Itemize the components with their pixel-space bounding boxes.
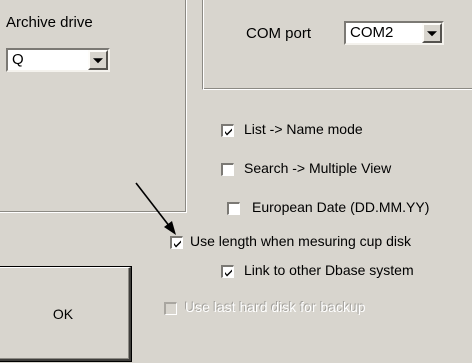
option-last-hard-disk: Use last hard disk for backup <box>185 299 366 315</box>
archive-drive-label: Archive drive <box>6 14 93 31</box>
chevron-down-icon[interactable] <box>88 50 108 70</box>
com-port-group <box>202 0 472 90</box>
arrow-icon <box>135 182 176 235</box>
com-port-select[interactable]: COM2 <box>344 21 444 45</box>
option-list-name-mode[interactable]: List -> Name mode <box>244 121 363 137</box>
checkbox-use-length[interactable] <box>170 236 183 249</box>
archive-drive-select[interactable]: Q <box>6 48 110 72</box>
ok-button-label: OK <box>52 305 74 322</box>
com-port-label: COM port <box>246 25 312 42</box>
checkbox-european-date[interactable] <box>227 202 240 215</box>
chevron-down-icon[interactable] <box>422 23 442 43</box>
check-icon <box>174 240 181 248</box>
check-icon <box>225 128 232 136</box>
option-search-multiple-view[interactable]: Search -> Multiple View <box>244 160 391 176</box>
checkbox-list-name-mode[interactable] <box>221 124 234 137</box>
checkbox-last-hard-disk <box>164 302 177 315</box>
option-link-dbase[interactable]: Link to other Dbase system <box>244 262 414 278</box>
archive-drive-value: Q <box>12 51 24 68</box>
checkbox-link-dbase[interactable] <box>221 265 234 278</box>
option-use-length[interactable]: Use length when mesuring cup disk <box>190 233 411 249</box>
checkbox-search-multiple-view[interactable] <box>221 163 234 176</box>
ok-button[interactable]: OK <box>0 266 132 362</box>
check-icon <box>225 269 232 277</box>
option-european-date[interactable]: European Date (DD.MM.YY) <box>252 199 429 215</box>
com-port-value: COM2 <box>350 24 394 41</box>
